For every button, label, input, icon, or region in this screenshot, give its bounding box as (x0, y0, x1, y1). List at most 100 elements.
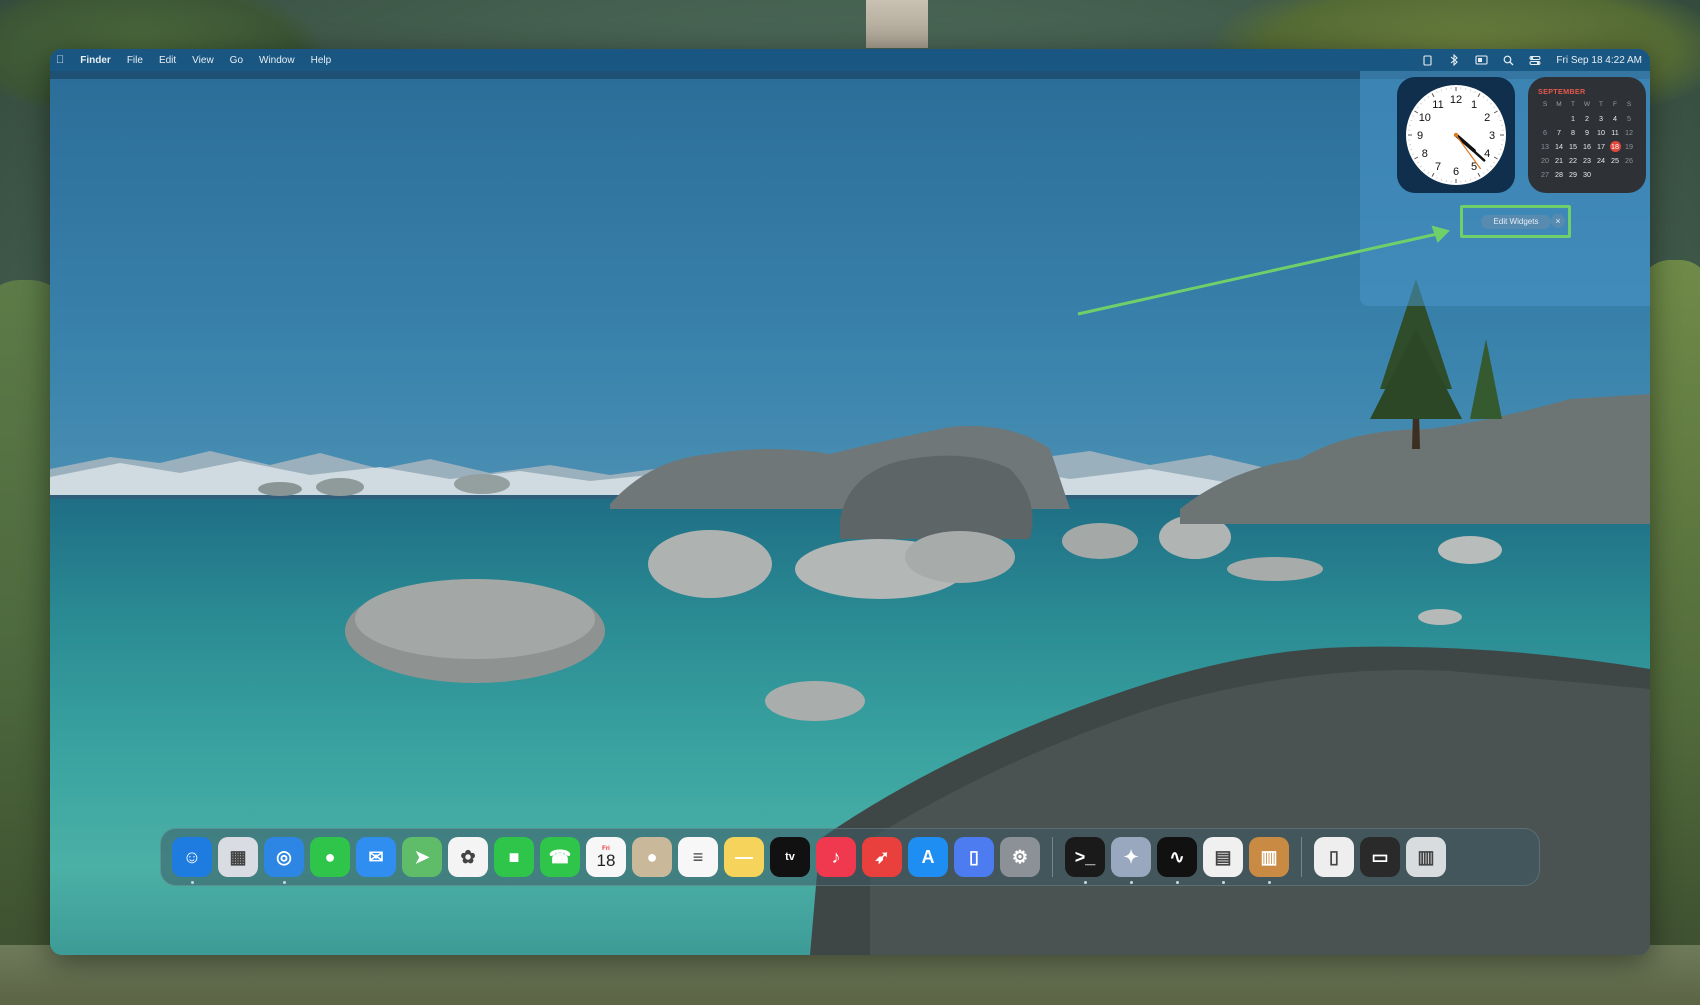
running-indicator (190, 881, 194, 884)
trash-icon: ▥ (1417, 847, 1435, 867)
calendar-day: 17 (1597, 142, 1605, 151)
codeedit-icon: ✦ (1123, 847, 1139, 867)
contacts-icon: ● (646, 847, 658, 867)
menu-bar-datetime[interactable]: Fri Sep 18 4:22 AM (1556, 55, 1642, 66)
dock-item-iphone-mirroring[interactable]: ▯ (954, 837, 994, 877)
dock-item-safari[interactable]: ◎ (264, 837, 304, 884)
running-indicator (1175, 881, 1179, 884)
calendar-weekday: W (1583, 101, 1591, 108)
calendar-day: 30 (1583, 170, 1591, 179)
dock-item-facetime[interactable]: ■ (494, 837, 534, 877)
app-menu-finder[interactable]: Finder (80, 55, 111, 66)
close-widgets-button[interactable]: × (1551, 214, 1565, 228)
messages-icon: ● (324, 847, 336, 867)
dock-item-finder[interactable]: ☺ (172, 837, 212, 884)
control-center-icon[interactable] (1528, 54, 1542, 66)
dock-item-phone[interactable]: ☎ (540, 837, 580, 877)
dock-item-terminal[interactable]: >_ (1065, 837, 1105, 884)
calendar-day: 12 (1625, 128, 1633, 137)
calendar-weekday: F (1613, 101, 1617, 108)
dock-item-calendar[interactable]: Fri 18 (586, 837, 626, 877)
calendar-day (1594, 169, 1608, 180)
display-icon[interactable] (1474, 54, 1488, 66)
edit-widgets-button[interactable]: Edit Widgets (1481, 215, 1551, 229)
calendar-day: 4 (1613, 114, 1617, 123)
calendar-day: 2 (1585, 114, 1589, 123)
clock-number: 11 (1432, 99, 1443, 111)
menu-file[interactable]: File (127, 55, 143, 66)
photos-icon: ✿ (460, 847, 476, 867)
dock-item-tv[interactable]: tv (770, 837, 810, 877)
menu-bar-right: Fri Sep 18 4:22 AM (1407, 54, 1642, 66)
dock-item-launchpad[interactable]: ▦ (218, 837, 258, 877)
calendar-day: 8 (1571, 128, 1575, 137)
calendar-day (1538, 113, 1552, 124)
dock-item-maps[interactable]: ➤ (402, 837, 442, 877)
apple-menu-icon[interactable]:  (56, 54, 64, 66)
calendar-day: 1 (1571, 114, 1575, 123)
launchpad-icon: ▦ (229, 847, 247, 867)
dock-item-mail[interactable]: ✉ (356, 837, 396, 877)
bluetooth-icon[interactable] (1447, 54, 1461, 66)
settings-icon: ⚙ (1011, 847, 1029, 867)
dock-item-messages[interactable]: ● (310, 837, 350, 877)
calendar-day: 5 (1627, 114, 1631, 123)
calendar-widget[interactable]: SEPTEMBER S M T W T F S 1 2 3 4 5 6 7 8 9 10 11 12 13 14 15 16… (1528, 77, 1646, 193)
running-indicator (1221, 881, 1225, 884)
menu-bar-left:  Finder File Edit View Go Window Help (56, 54, 347, 66)
menu-go[interactable]: Go (230, 55, 243, 66)
calendar-weekday: M (1556, 101, 1562, 108)
finder-icon: ☺ (182, 847, 202, 867)
calendar-weekday: S (1626, 101, 1632, 108)
notes-icon: — (735, 847, 753, 867)
calendar-weekday: T (1599, 101, 1603, 108)
running-indicator (1129, 881, 1133, 884)
calendar-day: 21 (1555, 156, 1563, 165)
dock: ☺ ▦ ◎ ● ✉ ➤ ✿ ■ ☎ Fri 18 ● ≡ — tv ♪ ➶ A ▯ ⚙ >_ ✦ ∿ ▤ ▥ ▯ ▭ ▥ (160, 828, 1540, 886)
clock-number: 12 (1450, 94, 1462, 106)
calendar-day (1608, 169, 1622, 180)
running-indicator (282, 881, 286, 884)
menu-window[interactable]: Window (259, 55, 295, 66)
safari-icon: ◎ (276, 847, 292, 867)
clock-widget[interactable]: 12 1 2 3 4 5 6 7 8 9 10 11 (1397, 77, 1515, 193)
activity-monitor-icon: ∿ (1169, 847, 1185, 867)
dock-item-reminders[interactable]: ≡ (678, 837, 718, 877)
calendar-day: 16 (1583, 142, 1591, 151)
menu-edit[interactable]: Edit (159, 55, 176, 66)
menu-view[interactable]: View (192, 55, 214, 66)
dock-item-app-store[interactable]: A (908, 837, 948, 877)
calendar-day (1552, 113, 1566, 124)
dock-item-toolbox[interactable]: ▥ (1249, 837, 1289, 884)
dock-item-contacts[interactable]: ● (632, 837, 672, 877)
dock-item-numbers-doc[interactable]: ▤ (1203, 837, 1243, 884)
maps-icon: ➤ (414, 847, 430, 867)
clock-number: 1 (1471, 99, 1477, 111)
calendar-month: SEPTEMBER (1538, 87, 1586, 96)
screenshot-icon: ▭ (1371, 847, 1389, 867)
toolbox-icon: ▥ (1260, 847, 1278, 867)
search-icon[interactable] (1501, 54, 1515, 66)
calendar-day: 27 (1541, 170, 1549, 179)
analog-clock-face: 12 1234567891011 (1406, 85, 1506, 185)
clock-number: 2 (1484, 112, 1490, 124)
dock-item-system-settings[interactable]: ⚙ (1000, 837, 1040, 877)
dock-item-notes[interactable]: — (724, 837, 764, 877)
calendar-grid: S M T W T F S 1 2 3 4 5 6 7 8 9 10 11 12 13 14 15 16 17 18 19 20 21… (1538, 99, 1638, 180)
dock-item-downloads[interactable]: ▯ (1314, 837, 1354, 877)
dock-item-trash[interactable]: ▥ (1406, 837, 1446, 877)
notes-status-icon[interactable] (1420, 54, 1434, 66)
menu-help[interactable]: Help (311, 55, 332, 66)
calendar-day: 22 (1569, 156, 1577, 165)
calendar-day: 9 (1585, 128, 1589, 137)
dock-item-codeedit[interactable]: ✦ (1111, 837, 1151, 884)
appstore-icon: A (921, 847, 935, 867)
dock-item-music[interactable]: ♪ (816, 837, 856, 877)
calendar-day: 23 (1583, 156, 1591, 165)
dock-item-activity-monitor[interactable]: ∿ (1157, 837, 1197, 884)
dock-item-photos[interactable]: ✿ (448, 837, 488, 877)
calendar-day: 3 (1599, 114, 1603, 123)
clock-number: 6 (1453, 166, 1459, 178)
dock-item-screenshot[interactable]: ▭ (1360, 837, 1400, 877)
dock-item-rocket[interactable]: ➶ (862, 837, 902, 877)
